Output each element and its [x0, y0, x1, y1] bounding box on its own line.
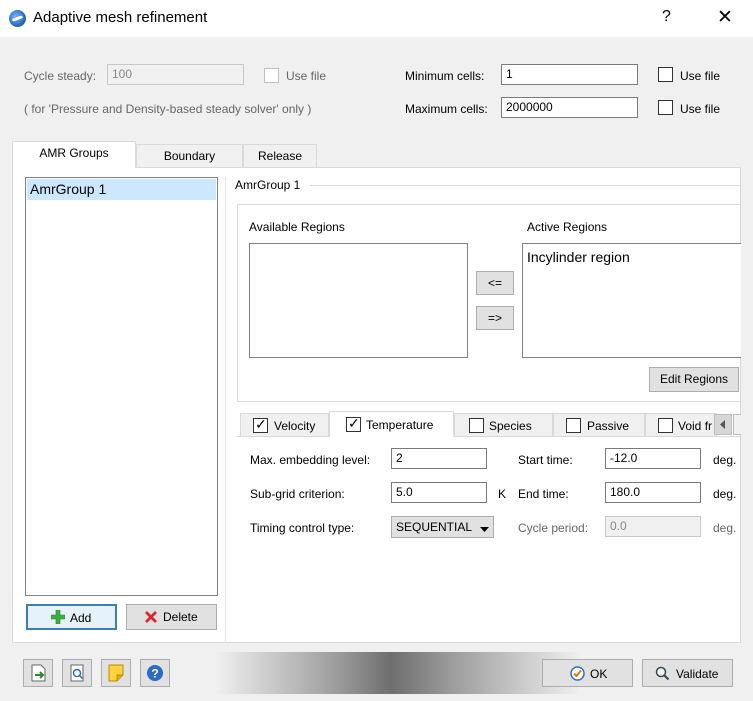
- tab-amr-groups[interactable]: AMR Groups: [12, 141, 136, 167]
- move-left-button[interactable]: <=: [476, 271, 514, 295]
- validate-button-label: Validate: [676, 667, 719, 681]
- window-title: Adaptive mesh refinement: [33, 9, 208, 26]
- magnifier-icon: [655, 666, 670, 684]
- close-button[interactable]: ✕: [717, 6, 733, 29]
- start-time-unit: deg.: [713, 453, 737, 467]
- min-cells-use-file-checkbox[interactable]: [658, 67, 673, 82]
- help-icon: ?: [147, 665, 163, 681]
- edit-regions-button[interactable]: Edit Regions: [649, 367, 739, 392]
- ok-button-label: OK: [590, 667, 608, 681]
- help-button[interactable]: ?: [662, 8, 671, 26]
- min-cells-use-file-label: Use file: [680, 69, 721, 83]
- end-time-unit: deg.: [713, 487, 737, 501]
- preview-button[interactable]: [62, 659, 92, 687]
- end-time-label: End time:: [518, 487, 569, 501]
- active-regions-list[interactable]: Incylinder region: [522, 243, 741, 358]
- cycle-steady-label: Cycle steady:: [24, 69, 97, 83]
- max-embedding-label: Max. embedding level:: [250, 453, 371, 467]
- max-cells-input[interactable]: 2000000: [501, 97, 638, 118]
- cycle-steady-use-file-checkbox[interactable]: [264, 68, 279, 83]
- group-list[interactable]: [25, 177, 218, 596]
- cycle-period-label: Cycle period:: [518, 521, 589, 535]
- subgrid-unit: K: [498, 487, 507, 501]
- list-item[interactable]: Incylinder region: [527, 249, 630, 265]
- export-button[interactable]: [23, 659, 53, 687]
- min-cells-label: Minimum cells:: [405, 69, 485, 83]
- group-title: AmrGroup 1: [235, 178, 301, 192]
- max-cells-use-file-checkbox[interactable]: [658, 100, 673, 115]
- add-button-label: Add: [70, 611, 92, 625]
- list-item[interactable]: AmrGroup 1: [27, 179, 216, 200]
- tab-species[interactable]: Species: [454, 413, 553, 436]
- tab-species-label: Species: [489, 419, 532, 433]
- tab-boundary[interactable]: Boundary: [136, 144, 243, 167]
- app-icon: [9, 10, 26, 27]
- subgrid-criterion-input[interactable]: 5.0: [391, 482, 487, 503]
- move-right-button[interactable]: =>: [476, 306, 514, 330]
- ok-button[interactable]: OK: [542, 659, 633, 687]
- cycle-steady-use-file-label: Use file: [286, 69, 327, 83]
- void-fraction-checkbox[interactable]: [658, 418, 673, 433]
- subtab-baseline: [237, 436, 740, 437]
- chevron-left-icon: [720, 420, 725, 429]
- max-cells-label: Maximum cells:: [405, 102, 488, 116]
- timing-control-label: Timing control type:: [250, 521, 355, 535]
- svg-text:?: ?: [151, 667, 158, 681]
- sticky-note-icon: [108, 664, 124, 682]
- passive-checkbox[interactable]: [566, 418, 581, 433]
- velocity-checkbox[interactable]: [253, 416, 268, 433]
- delete-button-label: Delete: [163, 610, 198, 624]
- ok-check-icon: [570, 666, 585, 684]
- tab-scroll-left-button[interactable]: [714, 414, 732, 435]
- max-embedding-input[interactable]: 2: [391, 448, 487, 469]
- tab-void-fraction[interactable]: Void fr: [645, 413, 717, 436]
- notes-button[interactable]: [101, 659, 131, 687]
- solver-note: ( for 'Pressure and Density-based steady…: [24, 102, 312, 116]
- panel-splitter[interactable]: [225, 177, 226, 643]
- export-file-icon: [31, 664, 46, 682]
- start-time-label: Start time:: [518, 453, 573, 467]
- tab-passive-label: Passive: [587, 419, 630, 433]
- min-cells-input[interactable]: 1: [501, 64, 638, 85]
- max-cells-use-file-label: Use file: [680, 102, 721, 116]
- cycle-period-unit: deg.: [713, 521, 737, 535]
- delete-x-icon: [144, 610, 158, 624]
- plus-icon: [50, 609, 66, 625]
- timing-control-select[interactable]: SEQUENTIAL: [391, 516, 494, 538]
- cycle-period-input[interactable]: 0.0: [605, 516, 701, 537]
- active-tab-joint: [13, 166, 135, 168]
- tab-velocity-label: Velocity: [274, 419, 316, 433]
- tab-release[interactable]: Release: [243, 144, 317, 167]
- tab-temperature[interactable]: Temperature: [329, 411, 454, 437]
- species-checkbox[interactable]: [469, 418, 484, 433]
- cycle-steady-input[interactable]: 100: [107, 64, 244, 85]
- temperature-checkbox[interactable]: [346, 415, 361, 432]
- add-button[interactable]: Add: [26, 604, 117, 630]
- document-search-icon: [70, 664, 84, 682]
- group-box-line: [310, 185, 740, 186]
- start-time-input[interactable]: -12.0: [605, 448, 701, 469]
- chevron-down-icon: [480, 522, 489, 536]
- validate-button[interactable]: Validate: [642, 659, 733, 687]
- subgrid-criterion-label: Sub-grid criterion:: [250, 487, 345, 501]
- end-time-input[interactable]: 180.0: [605, 482, 701, 503]
- timing-control-value: SEQUENTIAL: [396, 520, 473, 534]
- tab-void-fraction-label: Void fr: [678, 419, 713, 433]
- delete-button[interactable]: Delete: [126, 604, 217, 630]
- help-doc-button[interactable]: ?: [140, 659, 170, 687]
- available-regions-list[interactable]: [249, 243, 468, 358]
- tab-passive[interactable]: Passive: [553, 413, 645, 436]
- tab-velocity[interactable]: Velocity: [240, 413, 329, 436]
- available-regions-label: Available Regions: [249, 220, 345, 234]
- active-regions-label: Active Regions: [527, 220, 608, 234]
- tab-scroll-right-button[interactable]: [733, 414, 741, 435]
- tab-temperature-label: Temperature: [366, 418, 434, 432]
